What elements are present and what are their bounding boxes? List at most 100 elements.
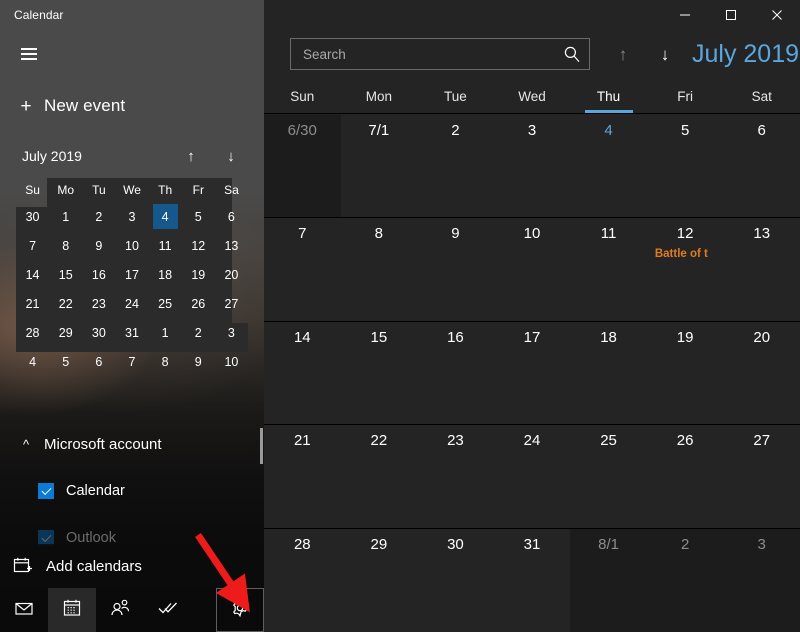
day-cell[interactable]: 23 [417,425,494,528]
mini-day-cell[interactable]: 18 [149,260,182,289]
mini-day-cell[interactable]: 10 [115,231,148,260]
mini-day-cell[interactable]: 7 [16,231,49,260]
day-cell[interactable]: 7 [264,218,341,321]
previous-month-arrow-up-icon[interactable]: ↑ [610,39,636,69]
day-cell[interactable]: 31 [493,528,571,632]
day-cell[interactable]: 11 [570,218,647,321]
mini-day-cell[interactable]: 9 [82,231,115,260]
day-cell[interactable]: 2 [646,528,724,632]
mini-day-cell[interactable]: 4 [16,347,49,376]
hamburger-icon[interactable] [11,38,47,70]
day-cell[interactable]: 9 [417,218,494,321]
mini-day-cell[interactable]: 25 [149,289,182,318]
mini-day-cell[interactable]: 12 [182,231,215,260]
mail-nav-button[interactable] [0,588,48,632]
checkbox-checked-icon[interactable] [38,483,54,499]
mini-day-cell[interactable]: 30 [16,202,49,231]
day-cell[interactable]: 5 [646,115,724,218]
calendar-nav-button[interactable] [48,588,96,632]
day-cell[interactable]: 24 [493,425,571,528]
mini-day-cell[interactable]: 4 [149,202,182,231]
day-cell[interactable]: 29 [340,528,418,632]
day-cell[interactable]: 12 Battle of t [646,218,724,321]
calendar-event[interactable]: Battle of t [647,248,724,260]
day-cell[interactable]: 17 [493,321,571,425]
close-button[interactable] [754,0,800,30]
day-cell[interactable]: 13 [723,218,800,321]
day-cell[interactable]: 25 [570,425,647,528]
mini-day-cell[interactable]: 5 [49,347,82,376]
day-cell[interactable]: 3 [723,528,800,632]
mini-day-cell[interactable]: 14 [16,260,49,289]
mini-day-cell[interactable]: 6 [215,202,248,231]
day-cell[interactable]: 8 [340,218,418,321]
search-box[interactable] [290,38,590,70]
mini-day-cell[interactable]: 29 [49,318,82,347]
day-cell[interactable]: 14 [264,321,341,425]
mini-day-cell[interactable]: 26 [182,289,215,318]
mini-day-cell[interactable]: 3 [115,202,148,231]
mini-day-cell[interactable]: 28 [16,318,49,347]
calendar-checkbox-item-calendar[interactable]: Calendar [8,477,256,505]
mini-prev-month-arrow-up-icon[interactable]: ↑ [180,143,202,169]
mini-day-cell[interactable]: 7 [115,347,148,376]
day-cell[interactable]: 10 [493,218,571,321]
day-cell[interactable]: 8/1 [570,528,647,632]
people-nav-button[interactable] [96,588,144,632]
next-month-arrow-down-icon[interactable]: ↓ [652,39,678,69]
mini-day-cell[interactable]: 1 [49,202,82,231]
day-cell[interactable]: 26 [646,425,724,528]
sidebar-scrollbar-thumb[interactable] [260,428,263,464]
search-icon[interactable] [555,45,589,63]
mini-day-cell[interactable]: 19 [182,260,215,289]
mini-day-cell[interactable]: 5 [182,202,215,231]
mini-next-month-arrow-down-icon[interactable]: ↓ [220,143,242,169]
day-cell[interactable]: 30 [417,528,494,632]
day-cell[interactable]: 4 [570,115,647,218]
day-cell[interactable]: 15 [340,321,418,425]
mini-day-cell[interactable]: 22 [49,289,82,318]
mini-day-cell[interactable]: 17 [115,260,148,289]
day-cell[interactable]: 3 [493,115,571,218]
mini-day-cell[interactable]: 20 [215,260,248,289]
mini-day-cell[interactable]: 27 [215,289,248,318]
minimize-button[interactable] [662,0,708,30]
search-input[interactable] [291,46,555,62]
mini-day-cell[interactable]: 2 [82,202,115,231]
mini-day-cell[interactable]: 21 [16,289,49,318]
day-cell[interactable]: 6/30 [264,115,341,218]
day-cell[interactable]: 22 [340,425,418,528]
day-cell[interactable]: 21 [264,425,341,528]
mini-day-cell[interactable]: 30 [82,318,115,347]
add-calendars-button[interactable]: Add calendars [0,544,264,588]
day-cell[interactable]: 16 [417,321,494,425]
mini-day-cell[interactable]: 8 [49,231,82,260]
maximize-button[interactable] [708,0,754,30]
day-cell[interactable]: 28 [264,528,341,632]
day-cell[interactable]: 19 [646,321,724,425]
mini-day-cell[interactable]: 2 [182,318,215,347]
account-group-microsoft-account[interactable]: ^ Microsoft account [8,428,256,460]
mini-day-cell[interactable]: 31 [115,318,148,347]
mini-day-cell[interactable]: 16 [82,260,115,289]
mini-day-cell[interactable]: 9 [182,347,215,376]
mini-day-cell[interactable]: 11 [149,231,182,260]
mini-day-cell[interactable]: 13 [215,231,248,260]
mini-day-cell[interactable]: 23 [82,289,115,318]
day-cell[interactable]: 18 [570,321,647,425]
mini-day-cell[interactable]: 6 [82,347,115,376]
mini-day-cell[interactable]: 1 [149,318,182,347]
tasks-nav-button[interactable] [144,588,192,632]
mini-day-cell[interactable]: 24 [115,289,148,318]
day-cell[interactable]: 20 [723,321,800,425]
mini-day-cell[interactable]: 10 [215,347,248,376]
settings-nav-button[interactable] [216,588,264,632]
mini-day-cell[interactable]: 3 [215,318,248,347]
day-cell[interactable]: 2 [417,115,494,218]
mini-day-cell[interactable]: 8 [149,347,182,376]
mini-day-cell[interactable]: 15 [49,260,82,289]
new-event-button[interactable]: + New event [8,86,256,126]
day-cell[interactable]: 7/1 [340,115,418,218]
day-cell[interactable]: 27 [723,425,800,528]
day-cell[interactable]: 6 [723,115,800,218]
